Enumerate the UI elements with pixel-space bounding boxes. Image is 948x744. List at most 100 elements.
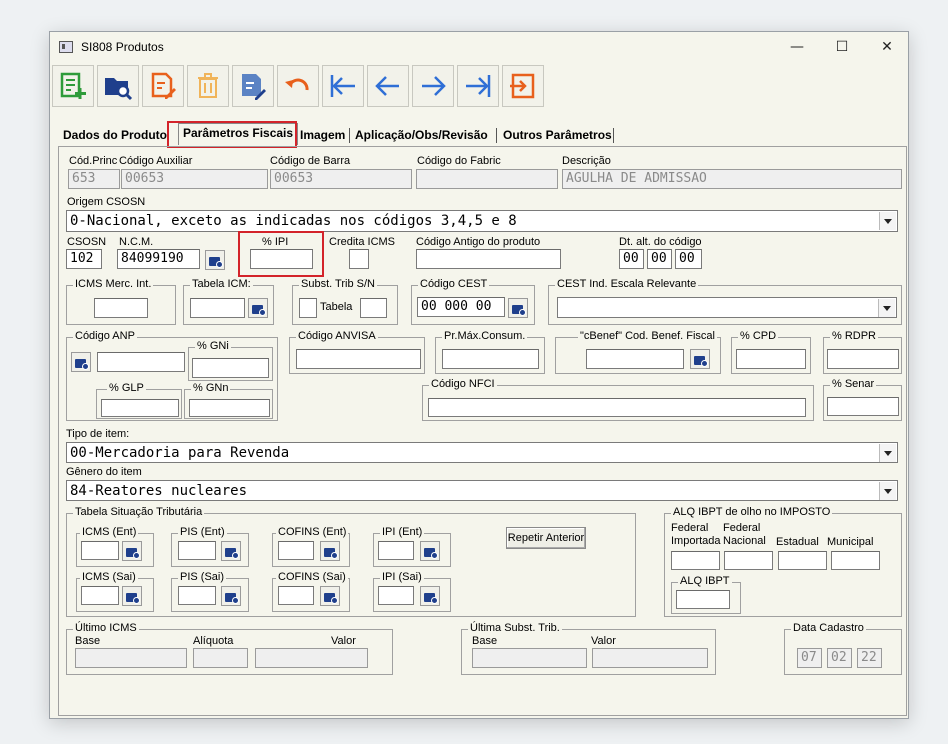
descricao-field[interactable]: AGULHA DE ADMISSAO <box>562 169 902 189</box>
prev-button[interactable] <box>367 65 409 107</box>
maximize-button[interactable]: ☐ <box>822 36 862 58</box>
icms-merc-field[interactable] <box>94 298 148 318</box>
valor2-field[interactable] <box>592 648 708 668</box>
cest-ind-select[interactable] <box>557 297 897 318</box>
delete-button[interactable] <box>187 65 229 107</box>
valor-field[interactable] <box>255 648 368 668</box>
pis-ent-field[interactable] <box>178 541 216 560</box>
genero-select[interactable]: 84-Reatores nucleares <box>66 480 898 501</box>
tabela-icm-search-icon[interactable] <box>248 298 268 318</box>
glp-field[interactable] <box>101 399 179 417</box>
cofins-sai-search-icon[interactable] <box>320 586 340 606</box>
senar-field[interactable] <box>827 397 899 416</box>
chevron-down-icon[interactable] <box>879 444 896 462</box>
icms-sai-group: ICMS (Sai) <box>76 571 154 612</box>
pis-ent-search-icon[interactable] <box>221 541 241 561</box>
csosn-field[interactable]: 102 <box>66 249 102 269</box>
rdpr-field[interactable] <box>827 349 899 369</box>
cod-aux-field[interactable]: 00653 <box>121 169 268 189</box>
close-button[interactable]: ✕ <box>867 36 907 58</box>
gni-field[interactable] <box>192 358 269 378</box>
anvisa-field[interactable] <box>296 349 421 369</box>
cest-group: Código CEST 00 000 00 <box>411 278 535 325</box>
data-cad-day[interactable]: 07 <box>797 648 822 668</box>
municipal-field[interactable] <box>831 551 880 570</box>
dt-alt-year[interactable]: 00 <box>675 249 702 269</box>
ipi-ent-search-icon[interactable] <box>420 541 440 561</box>
ipi-sai-field[interactable] <box>378 586 414 605</box>
tab-sit-label: Tabela Situação Tributária <box>73 506 205 518</box>
tab-aplicacao[interactable]: Aplicação/Obs/Revisão <box>355 126 488 144</box>
icms-ent-search-icon[interactable] <box>122 541 142 561</box>
pis-sai-search-icon[interactable] <box>221 586 241 606</box>
ipi-sai-search-icon[interactable] <box>420 586 440 606</box>
nfci-group: Código NFCI <box>422 378 814 421</box>
edit-button[interactable] <box>142 65 184 107</box>
cbenef-field[interactable] <box>586 349 684 369</box>
cofins-ent-search-icon[interactable] <box>320 541 340 561</box>
undo-button[interactable] <box>277 65 319 107</box>
dt-alt-month[interactable]: 00 <box>647 249 672 269</box>
data-cad-month[interactable]: 02 <box>827 648 852 668</box>
origem-select[interactable]: 0-Nacional, exceto as indicadas nos códi… <box>66 210 898 232</box>
tab-imagem[interactable]: Imagem <box>300 126 345 144</box>
repetir-anterior-button[interactable]: Repetir Anterior <box>506 527 586 549</box>
cod-antigo-field[interactable] <box>416 249 561 269</box>
cofins-ent-field[interactable] <box>278 541 314 560</box>
cbenef-search-icon[interactable] <box>690 349 710 369</box>
tipo-item-select[interactable]: 00-Mercadoria para Revenda <box>66 442 898 463</box>
ipi-ent-field[interactable] <box>378 541 414 560</box>
next-button[interactable] <box>412 65 454 107</box>
alq-ibpt-field[interactable] <box>676 590 730 609</box>
tab-highlight-box <box>167 121 297 148</box>
cpd-field[interactable] <box>736 349 806 369</box>
exit-button[interactable] <box>502 65 544 107</box>
nfci-field[interactable] <box>428 398 806 417</box>
prmax-field[interactable] <box>442 349 539 369</box>
cest-field[interactable]: 00 000 00 <box>417 297 505 317</box>
search-button[interactable] <box>97 65 139 107</box>
anp-field[interactable] <box>97 352 185 372</box>
cod-fabric-field[interactable] <box>416 169 558 189</box>
tabela-icm-field[interactable] <box>190 298 245 318</box>
cest-search-icon[interactable] <box>508 298 528 318</box>
fed-imp-field[interactable] <box>671 551 720 570</box>
data-cad-year[interactable]: 22 <box>857 648 882 668</box>
sign-button[interactable] <box>232 65 274 107</box>
cod-princ-field[interactable]: 653 <box>68 169 120 189</box>
dt-alt-day[interactable]: 00 <box>619 249 644 269</box>
subst-trib-field[interactable] <box>299 298 317 318</box>
cod-barra-field[interactable]: 00653 <box>270 169 412 189</box>
ncm-search-icon[interactable] <box>205 250 225 270</box>
icms-sai-search-icon[interactable] <box>122 586 142 606</box>
minimize-button[interactable]: — <box>777 36 817 58</box>
ncm-label: N.C.M. <box>119 236 154 248</box>
anp-search-icon[interactable] <box>71 352 91 372</box>
base-field[interactable] <box>75 648 187 668</box>
first-button[interactable] <box>322 65 364 107</box>
undo-icon <box>285 78 309 91</box>
tab-dados-produto[interactable]: Dados do Produto <box>63 126 167 144</box>
icms-sai-field[interactable] <box>81 586 119 605</box>
icms-ent-field[interactable] <box>81 541 119 560</box>
credita-icms-field[interactable] <box>349 249 369 269</box>
chevron-down-icon[interactable] <box>879 482 896 500</box>
aliquota-field[interactable] <box>193 648 248 668</box>
tabela-icm-group: Tabela ICM: <box>183 278 274 325</box>
pis-sai-field[interactable] <box>178 586 216 605</box>
last-button[interactable] <box>457 65 499 107</box>
data-cadastro-label: Data Cadastro <box>791 622 866 634</box>
new-button[interactable] <box>52 65 94 107</box>
cod-barra-label: Código de Barra <box>270 155 351 167</box>
ncm-field[interactable]: 84099190 <box>117 249 200 269</box>
tab-sit-group: Tabela Situação Tributária ICMS (Ent) PI… <box>66 506 636 617</box>
tab-outros-parametros[interactable]: Outros Parâmetros <box>503 126 612 144</box>
base2-field[interactable] <box>472 648 587 668</box>
fed-nac-field[interactable] <box>724 551 773 570</box>
cofins-sai-field[interactable] <box>278 586 314 605</box>
tabela-field[interactable] <box>360 298 387 318</box>
gnn-field[interactable] <box>189 399 270 417</box>
chevron-down-icon[interactable] <box>879 212 896 230</box>
chevron-down-icon[interactable] <box>878 299 895 317</box>
estadual-field[interactable] <box>778 551 827 570</box>
